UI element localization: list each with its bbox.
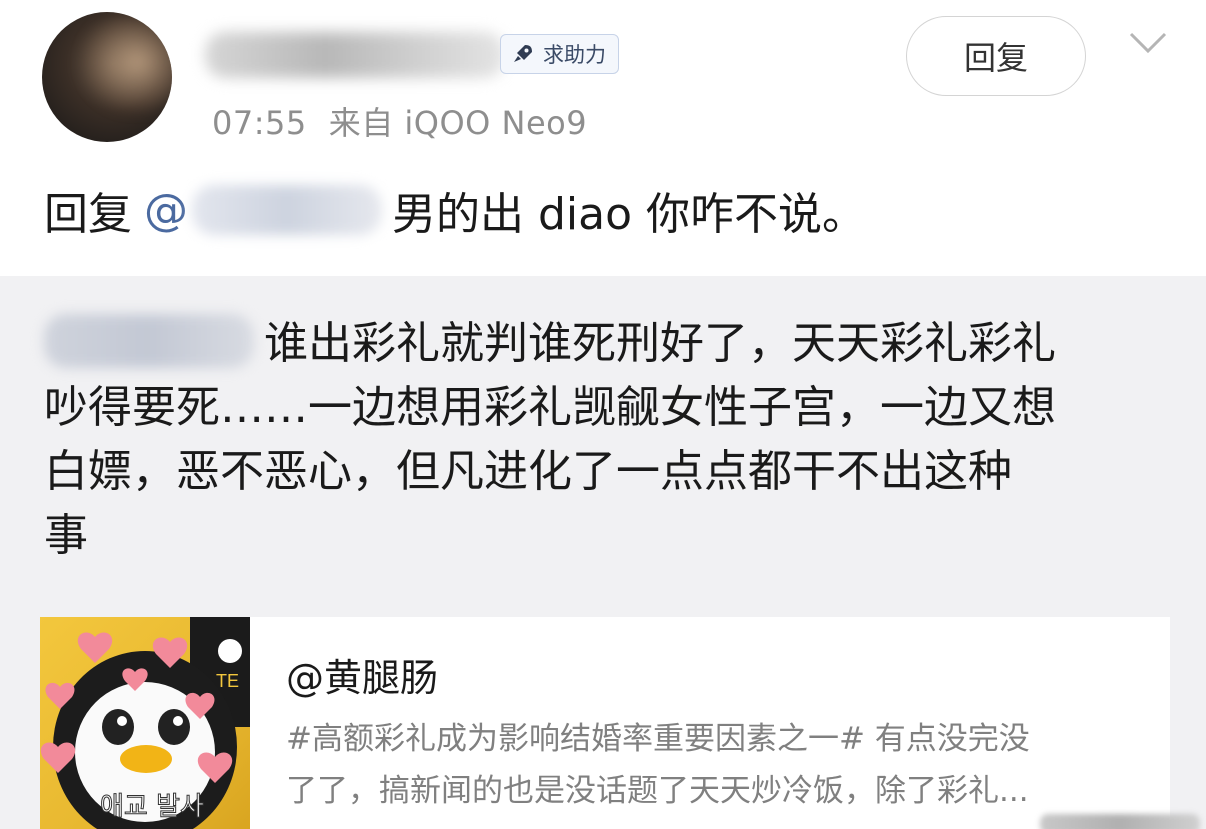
penguin-illustration: TE 애교 발사 (40, 617, 250, 829)
quoted-username-blurred[interactable] (44, 314, 254, 368)
quote-line: 吵得要死……一边想用彩礼觊觎女性子宫，一边又想 (44, 382, 1056, 433)
help-badge[interactable]: 求助力 (500, 34, 619, 74)
reply-button[interactable]: 回复 (906, 16, 1086, 96)
username-blurred[interactable] (205, 32, 505, 78)
post-meta: 07:55 来自 iQOO Neo9 (212, 98, 587, 144)
avatar[interactable] (42, 12, 172, 142)
linked-post-card[interactable]: TE 애교 발사 @黄腿肠 #高额彩礼成为影响结婚率重要因素之一# 有点没完没 … (40, 617, 1170, 829)
quoted-text: 谁出彩礼就判谁死刑好了，天天彩礼彩礼 吵得要死……一边想用彩礼觊觎女性子宫，一边… (44, 312, 1144, 568)
card-title[interactable]: @黄腿肠 (286, 647, 438, 702)
reply-text: 男的出 diao 你咋不说。 (392, 189, 867, 240)
mention-at[interactable]: @ (144, 185, 188, 236)
post-source: 来自 iQOO Neo9 (328, 104, 588, 142)
mention-blurred[interactable] (192, 185, 382, 235)
post-time: 07:55 (212, 104, 307, 142)
badge-label: 求助力 (543, 43, 606, 67)
quote-line: 事 (44, 510, 88, 561)
chevron-down-icon[interactable] (1128, 30, 1168, 56)
card-description: #高额彩礼成为影响结婚率重要因素之一# 有点没完没 了了，搞新闻的也是没话题了天… (286, 721, 1030, 809)
reply-prefix: 回复 (44, 189, 132, 240)
reply-post: 求助力 07:55 来自 iQOO Neo9 回复 回复 @ 男的出 diao 你… (0, 0, 1206, 276)
card-thumbnail: TE 애교 발사 (40, 617, 250, 829)
reply-content: 回复 @ 男的出 diao 你咋不说。 (44, 178, 866, 242)
rocket-icon (514, 45, 532, 62)
svg-text:TE: TE (216, 671, 239, 691)
watermark-blurred (1040, 814, 1200, 829)
svg-text:애교 발사: 애교 발사 (100, 792, 204, 822)
quote-line: 谁出彩礼就判谁死刑好了，天天彩礼彩礼 (44, 312, 1144, 376)
quote-line: 白嫖，恶不恶心，但凡进化了一点点都干不出这种 (44, 446, 1012, 497)
